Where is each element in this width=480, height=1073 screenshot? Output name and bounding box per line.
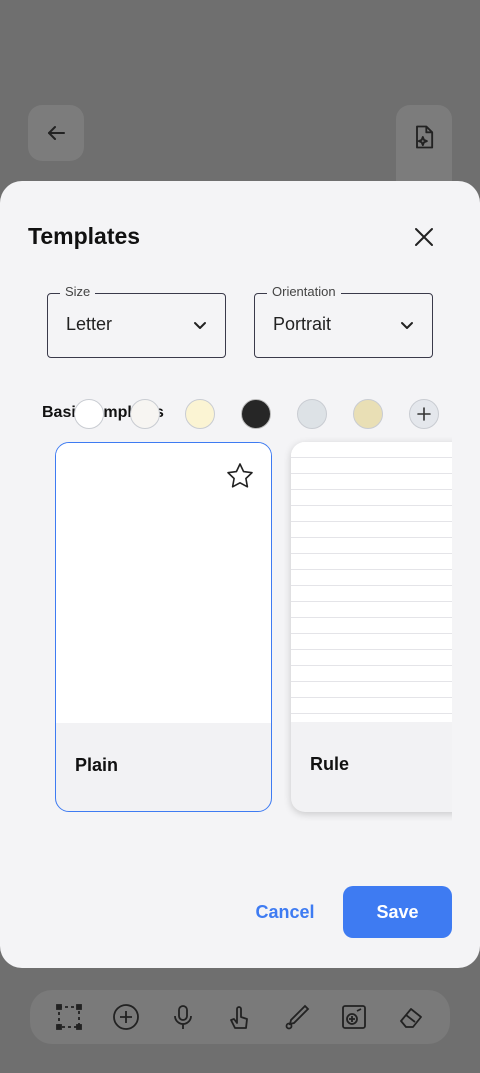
template-name: Plain [75, 755, 119, 775]
color-swatch-dark[interactable] [241, 399, 271, 429]
chevron-down-icon [194, 322, 206, 329]
carousel-clip [452, 436, 480, 821]
cancel-button[interactable]: Cancel [245, 886, 325, 938]
select-rect-icon [52, 1000, 86, 1034]
document-sparkle-icon [416, 125, 434, 149]
add-circle-icon [109, 1000, 143, 1034]
close-button[interactable] [406, 219, 442, 255]
color-swatch-tan[interactable] [353, 399, 383, 429]
back-button [28, 105, 84, 161]
close-icon [415, 228, 433, 246]
plus-icon [417, 407, 431, 421]
save-button[interactable]: Save [343, 886, 452, 938]
template-card-plain[interactable]: Plain [55, 442, 272, 812]
orientation-value: Portrait [273, 314, 332, 334]
chevron-down-icon [401, 322, 413, 329]
star-icon[interactable] [225, 461, 255, 491]
orientation-select[interactable]: Orientation Portrait [254, 284, 433, 358]
size-select[interactable]: Size Letter [47, 284, 226, 358]
orientation-label: Orientation [267, 284, 341, 299]
template-name: Rule [310, 754, 350, 774]
arrow-left-icon [48, 126, 65, 140]
color-swatch-cream[interactable] [185, 399, 215, 429]
sheet-title: Templates [28, 223, 141, 249]
microphone-icon [166, 1000, 200, 1034]
image-edit-icon [337, 1000, 371, 1034]
color-swatch-white[interactable] [74, 399, 104, 429]
add-color-button[interactable] [409, 399, 439, 429]
eraser-icon [394, 1000, 428, 1034]
size-label: Size [60, 284, 96, 299]
color-swatch-gray[interactable] [297, 399, 327, 429]
pen-tool-icon [280, 1000, 314, 1034]
templates-sheet: Templates Size Letter Orientation Portra… [0, 181, 480, 968]
color-swatch-offwhite[interactable] [130, 399, 160, 429]
bottom-toolbar [30, 990, 450, 1044]
hand-draw-icon [223, 1000, 257, 1034]
size-value: Letter [66, 314, 113, 334]
